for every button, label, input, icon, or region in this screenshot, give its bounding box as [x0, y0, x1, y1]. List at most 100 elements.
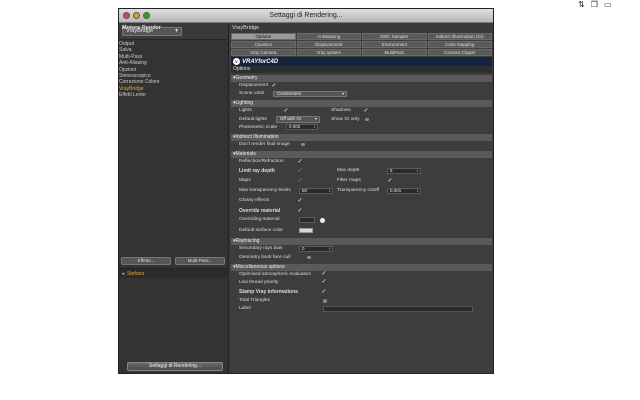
default-lights-dropdown[interactable]: Off with GI ▾: [276, 116, 320, 123]
effect-button[interactable]: Effetto...: [121, 257, 171, 265]
render-settings-button[interactable]: Settaggi di Rendering...: [127, 362, 223, 371]
low-priority-checkbox[interactable]: ✓: [321, 279, 327, 285]
indirect-section: ▾Indirect Illumination Don't render fina…: [231, 133, 492, 149]
tab-vray-camera[interactable]: Vray Camera: [231, 49, 296, 56]
tab-camera-clipper[interactable]: Camera Clipper: [427, 49, 492, 56]
scene-units-label: Scene units: [239, 91, 265, 97]
transparency-cutoff-value: 0.001: [390, 188, 402, 194]
link-pick-icon[interactable]: [319, 217, 326, 225]
total-triangles-checkbox[interactable]: [323, 299, 327, 303]
dont-render-label: Don't render final image: [239, 141, 290, 147]
displacement-label: Displacement: [239, 83, 269, 88]
photometric-scale-input[interactable]: 0.002 ⇕: [286, 124, 318, 131]
transparency-cutoff-label: Transparency cutoff: [337, 188, 380, 194]
max-transparency-value: 50: [302, 188, 308, 194]
atmospheric-checkbox[interactable]: ✓: [321, 271, 327, 277]
tab-multipass[interactable]: MultiPass: [362, 49, 427, 56]
displacement-checkbox[interactable]: ✓: [271, 83, 277, 89]
override-checkbox[interactable]: ✓: [297, 208, 303, 214]
tab-displacement[interactable]: Displacement: [296, 41, 361, 48]
spinner-icon[interactable]: ⇕: [328, 247, 331, 251]
vray-logo-banner: V VRAYforC4D: [231, 57, 492, 66]
photometric-scale-value: 0.002: [289, 124, 301, 130]
spinner-icon[interactable]: ⇕: [313, 125, 316, 129]
multipass-button[interactable]: Multi-Pass...: [175, 257, 225, 265]
default-surface-swatch[interactable]: [299, 228, 313, 234]
glossy-checkbox[interactable]: ✓: [297, 198, 303, 204]
misc-section: ▾Miscellaneous options Optimised atmosph…: [231, 263, 492, 314]
raytracing-section: ▾Raytracing Secondary rays bias 0 ⇕ Geom…: [231, 238, 492, 261]
render-setting-name: Stefano: [127, 271, 145, 277]
up-down-arrows-icon[interactable]: ⇅: [578, 0, 585, 10]
max-transparency-input[interactable]: 50 ⇕: [299, 188, 333, 195]
default-lights-value: Off with GI: [280, 116, 302, 122]
tab-dmc-sampler[interactable]: DMC Sampler: [362, 33, 427, 40]
geometry-header[interactable]: ▾Geometry: [231, 75, 492, 82]
title-bar[interactable]: Settaggi di Rendering...: [119, 9, 493, 23]
window-title: Settaggi di Rendering...: [269, 12, 343, 19]
tab-vray-system[interactable]: Vray system: [296, 49, 361, 56]
secondary-bias-input[interactable]: 0 ⇕: [299, 245, 333, 252]
misc-header[interactable]: ▾Miscellaneous options: [231, 263, 492, 271]
raytracing-header[interactable]: ▾Raytracing: [231, 238, 492, 246]
indirect-header[interactable]: ▾Indirect Illumination: [231, 133, 492, 141]
reflection-checkbox[interactable]: ✓: [297, 159, 303, 165]
dont-render-checkbox[interactable]: [301, 142, 305, 147]
override-label: Override material: [239, 208, 281, 215]
lighting-header[interactable]: ▾Lighting: [231, 100, 492, 108]
shadows-label: Shadows: [331, 108, 351, 114]
render-settings-sidebar: Motore Render VrayBridge ▾ ✓ Output ✓ Salva…: [119, 24, 229, 373]
geometry-section: ▾Geometry Displacement ✓ Scene units Cen…: [231, 75, 492, 98]
stamp-label: Stamp Vray informations: [239, 289, 298, 296]
vray-logo-text: VRAYforC4D: [242, 58, 279, 65]
tab-environment[interactable]: Environment: [362, 41, 427, 48]
close-window-button[interactable]: [123, 12, 130, 19]
sidebar-item-label: Effetti Lente: [119, 92, 146, 99]
maps-label: Maps: [239, 178, 251, 184]
show-gi-only-checkbox[interactable]: [365, 117, 369, 122]
overriding-material-field[interactable]: [299, 217, 315, 224]
tab-antialiasing[interactable]: Antialiasing: [296, 33, 361, 40]
chevron-down-icon: ▾: [175, 28, 178, 34]
chevron-down-icon: ▾: [341, 90, 344, 96]
panel-title: VrayBridge: [230, 24, 493, 33]
checkmark-icon[interactable]: ✓: [119, 25, 128, 31]
tab-indirect-illumination-gi[interactable]: Indirect Illumination (GI): [427, 33, 492, 40]
transparency-cutoff-input[interactable]: 0.001 ⇕: [387, 188, 421, 195]
filter-maps-checkbox[interactable]: ✓: [387, 178, 393, 184]
window-icon[interactable]: ▭: [604, 0, 612, 10]
backface-label: Geometry back face cull: [239, 254, 291, 260]
max-depth-input[interactable]: 5 ⇕: [387, 168, 421, 175]
spinner-icon[interactable]: ⇕: [416, 169, 419, 173]
backface-checkbox[interactable]: [307, 255, 311, 259]
low-priority-label: Low thread priority: [239, 279, 279, 285]
render-settings-window: Settaggi di Rendering... Motore Render V…: [118, 8, 494, 374]
menubar-icons: ⇅ ❐ ▭: [560, 0, 640, 10]
minimize-window-button[interactable]: [133, 12, 140, 19]
lights-label: Lights: [239, 108, 252, 114]
vray-logo-icon: V: [233, 58, 240, 65]
tab-options[interactable]: Options: [231, 33, 296, 40]
scene-units-value: Centimeters: [277, 90, 302, 96]
materials-header[interactable]: ▾Materials: [231, 151, 492, 159]
tab-bar: Options Antialiasing DMC Sampler Indirect I…: [230, 33, 493, 56]
shadows-checkbox[interactable]: ✓: [363, 108, 369, 114]
spinner-icon[interactable]: ⇕: [328, 189, 331, 193]
spinner-icon[interactable]: ⇕: [416, 189, 419, 193]
lights-checkbox[interactable]: ✓: [283, 108, 289, 114]
copy-icon[interactable]: ❐: [591, 0, 598, 10]
scene-units-dropdown[interactable]: Centimeters ▾: [273, 90, 347, 98]
label-input[interactable]: [323, 305, 473, 312]
tab-color-mapping[interactable]: Color Mapping: [427, 41, 492, 48]
sidebar-item[interactable]: ✓ Effetti Lente: [119, 25, 228, 99]
tab-caustics[interactable]: Caustics: [231, 41, 296, 48]
show-gi-only-label: Show GI only: [331, 116, 360, 122]
maps-checkbox[interactable]: ✓: [297, 178, 303, 184]
triangle-right-icon: ◂: [121, 271, 125, 277]
render-setting-entry[interactable]: ◂ Stefano: [119, 268, 229, 278]
stamp-checkbox[interactable]: ✓: [321, 289, 327, 295]
options-header: Options: [231, 66, 492, 73]
lighting-section: ▾Lighting Lights ✓ Shadows ✓ Default lig…: [231, 100, 492, 132]
zoom-window-button[interactable]: [143, 12, 150, 19]
limit-ray-depth-checkbox[interactable]: ✓: [297, 168, 303, 174]
